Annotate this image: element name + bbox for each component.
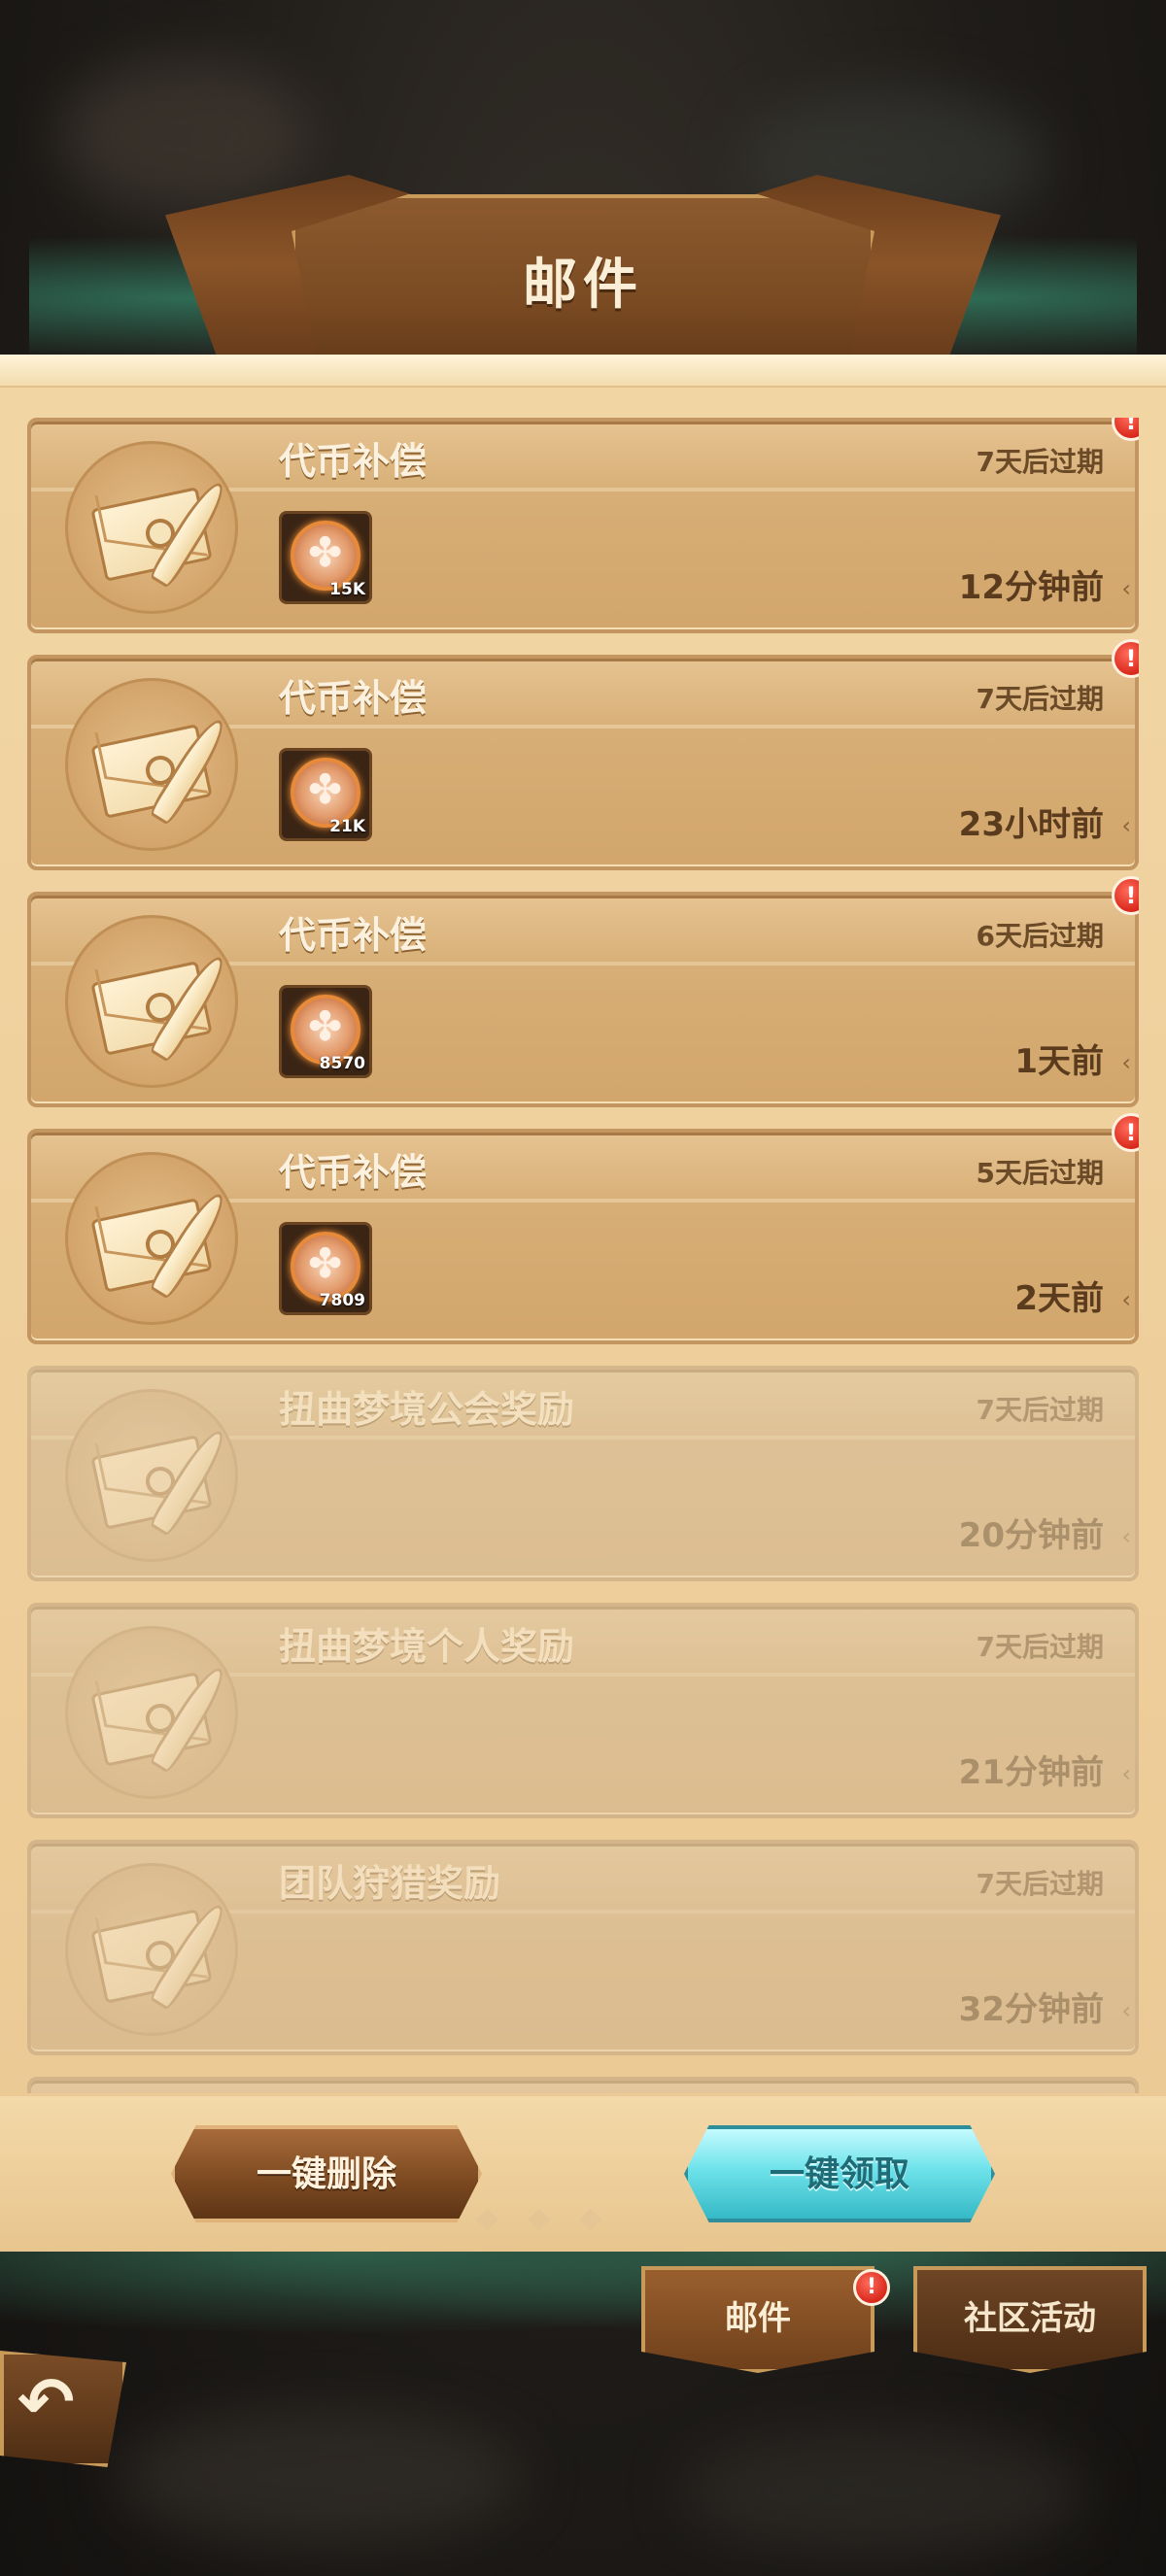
mail-expire: 7天后过期 bbox=[976, 1631, 1104, 1663]
attachment-quantity: 8570 bbox=[319, 1054, 365, 1073]
mail-time: 21分钟前 bbox=[958, 1753, 1104, 1792]
chevron-left-icon: ‹ bbox=[1121, 1523, 1131, 1550]
mail-panel-top-band bbox=[0, 355, 1166, 388]
mail-item[interactable]: ! 代币补偿 6天后过期 8570 1天前 ‹ bbox=[27, 876, 1139, 1107]
attachment-quantity: 15K bbox=[329, 580, 365, 599]
background-blur bbox=[58, 58, 311, 214]
mail-expire: 7天后过期 bbox=[976, 1868, 1104, 1900]
mail-expire: 7天后过期 bbox=[976, 683, 1104, 715]
mail-item[interactable]: 扭曲梦境公会奖励 7天后过期 20分钟前 ‹ bbox=[27, 1366, 1139, 1581]
mail-expire: 5天后过期 bbox=[976, 1157, 1104, 1189]
chevron-left-icon: ‹ bbox=[1121, 1997, 1131, 2024]
chevron-left-icon: ‹ bbox=[1121, 1760, 1131, 1787]
mail-item[interactable]: ! 代币补偿 5天后过期 7809 2天前 ‹ bbox=[27, 1113, 1139, 1344]
chevron-left-icon: ‹ bbox=[1121, 575, 1131, 602]
mail-title: 扭曲梦境个人奖励 bbox=[279, 1625, 575, 1668]
mail-item[interactable] bbox=[27, 2077, 1139, 2093]
mail-time: 23小时前 bbox=[958, 805, 1104, 844]
mail-time: 32分钟前 bbox=[958, 1990, 1104, 2029]
mail-title: 代币补偿 bbox=[279, 440, 428, 483]
mail-expire: 6天后过期 bbox=[976, 920, 1104, 952]
mail-list[interactable]: ! 代币补偿 7天后过期 15K 12分钟前 ‹ ! 代币补偿 7天后过期 21… bbox=[27, 418, 1139, 2093]
attachment-quantity: 7809 bbox=[319, 1291, 365, 1310]
mail-title: 代币补偿 bbox=[279, 914, 428, 957]
back-arrow-icon: ↶ bbox=[17, 2362, 75, 2442]
page-title: 邮件 bbox=[523, 254, 643, 317]
tab-mail-badge: ! bbox=[853, 2269, 890, 2306]
chevron-left-icon: ‹ bbox=[1121, 1286, 1131, 1313]
mail-item[interactable]: ! 代币补偿 7天后过期 15K 12分钟前 ‹ bbox=[27, 418, 1139, 633]
mail-item[interactable]: 团队狩猎奖励 7天后过期 32分钟前 ‹ bbox=[27, 1840, 1139, 2055]
unread-badge: ! bbox=[1112, 418, 1139, 441]
unread-badge: ! bbox=[1112, 639, 1139, 678]
mail-time: 20分钟前 bbox=[958, 1516, 1104, 1555]
mail-item[interactable]: ! 代币补偿 7天后过期 21K 23小时前 ‹ bbox=[27, 639, 1139, 870]
mail-expire: 7天后过期 bbox=[976, 446, 1104, 478]
mail-item[interactable]: 扭曲梦境个人奖励 7天后过期 21分钟前 ‹ bbox=[27, 1603, 1139, 1818]
unread-badge: ! bbox=[1112, 1113, 1139, 1152]
attachment-slot[interactable]: 15K bbox=[279, 511, 372, 604]
mail-time: 2天前 bbox=[1014, 1279, 1104, 1318]
delete-all-button[interactable]: 一键删除 bbox=[171, 2125, 482, 2222]
background-blur bbox=[117, 2409, 525, 2545]
mail-title: 团队狩猎奖励 bbox=[279, 1862, 501, 1905]
mail-expire: 7天后过期 bbox=[976, 1394, 1104, 1426]
chevron-left-icon: ‹ bbox=[1121, 812, 1131, 839]
chevron-left-icon: ‹ bbox=[1121, 1049, 1131, 1076]
claim-all-button[interactable]: 一键领取 bbox=[684, 2125, 995, 2222]
mail-time: 1天前 bbox=[1014, 1042, 1104, 1081]
mail-time: 12分钟前 bbox=[958, 568, 1104, 607]
tab-mail[interactable]: 邮件 bbox=[641, 2266, 874, 2373]
background-blur bbox=[680, 2428, 1088, 2555]
attachment-slot[interactable]: 7809 bbox=[279, 1222, 372, 1315]
mail-title: 代币补偿 bbox=[279, 677, 428, 720]
mail-title: 代币补偿 bbox=[279, 1151, 428, 1194]
attachment-slot[interactable]: 21K bbox=[279, 748, 372, 841]
mail-title: 扭曲梦境公会奖励 bbox=[279, 1388, 575, 1431]
attachment-quantity: 21K bbox=[329, 817, 365, 836]
attachment-slot[interactable]: 8570 bbox=[279, 985, 372, 1078]
diamond-decoration: ◆◆◆ bbox=[476, 2201, 632, 2235]
unread-badge: ! bbox=[1112, 876, 1139, 915]
tab-community[interactable]: 社区活动 bbox=[913, 2266, 1147, 2373]
